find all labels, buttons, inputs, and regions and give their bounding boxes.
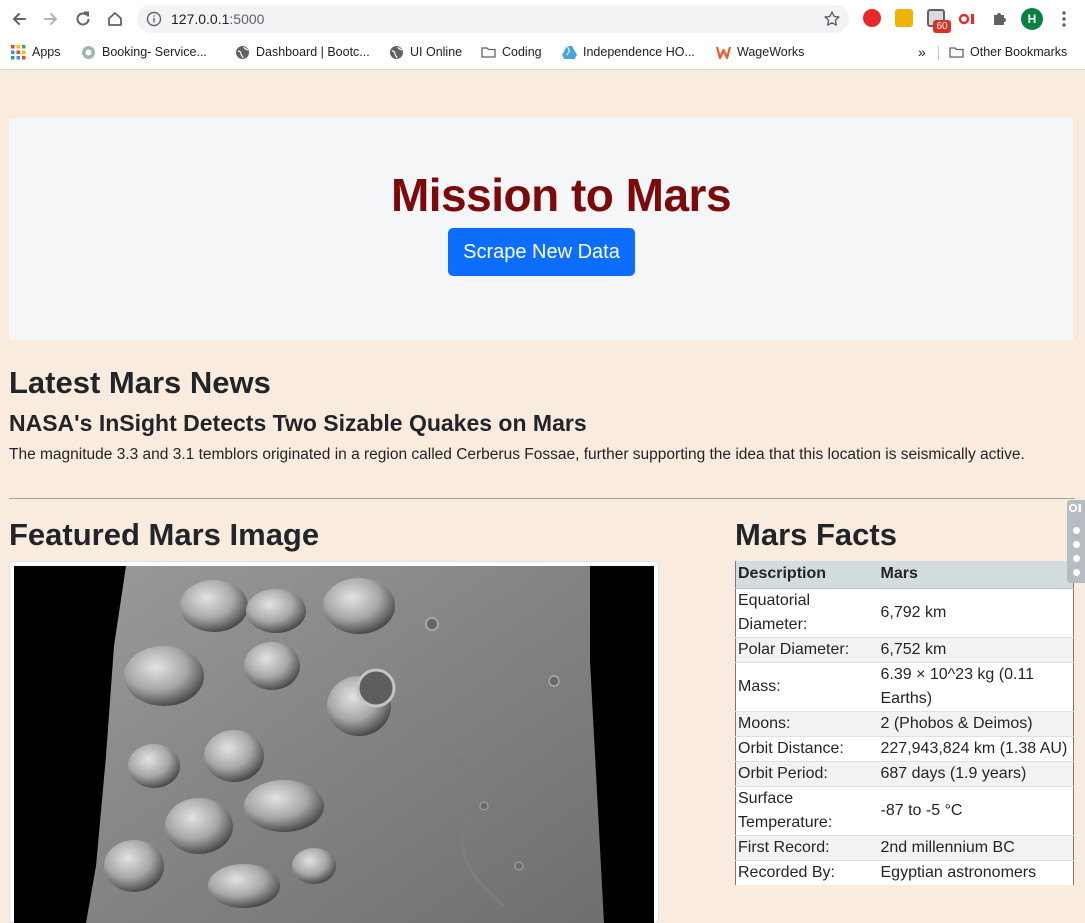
mars-facts-table: Description Mars Equatorial Diameter: 6,7… [735, 561, 1074, 885]
fact-value: 6,792 km [878, 587, 1074, 637]
fact-label: Equatorial Diameter: [735, 587, 879, 637]
bookmark-label: Apps [32, 45, 61, 59]
forward-arrow-icon [44, 13, 58, 25]
wageworks-icon [716, 46, 731, 59]
fact-label: First Record: [735, 834, 879, 860]
bookmark-dashboard[interactable]: Dashboard | Bootc... [235, 42, 370, 62]
capture-logo-icon [1068, 503, 1083, 513]
drive-icon [562, 45, 577, 59]
table-row: First Record: 2nd millennium BC [735, 834, 1074, 860]
url-port: :5000 [229, 11, 265, 27]
fact-label: Recorded By: [735, 859, 879, 885]
section-divider [9, 498, 1075, 499]
fact-value: 6,752 km [878, 636, 1074, 662]
profile-avatar[interactable]: H [1021, 8, 1043, 30]
featured-image-heading: Featured Mars Image [9, 517, 320, 552]
bookmarks-bar: Apps Booking- Service... Dashboard | Boo… [0, 38, 1085, 65]
bookmark-coding-folder[interactable]: Coding [481, 42, 542, 62]
table-row: Orbit Distance: 227,943,824 km (1.38 AU) [735, 735, 1074, 761]
browser-toolbar: 127.0.0.1:5000 60 H [0, 0, 1085, 38]
bookmark-wageworks[interactable]: WageWorks [716, 42, 804, 62]
bookmarks-overflow-button[interactable]: » [918, 42, 926, 62]
table-row: Surface Temperature: -87 to -5 °C [735, 785, 1074, 835]
fact-value: 227,943,824 km (1.38 AU) [878, 735, 1074, 761]
side-extension-widget[interactable] [1067, 500, 1085, 583]
page-title: Mission to Mars [390, 169, 732, 221]
fact-label: Orbit Period: [735, 760, 879, 786]
bookmark-label: Dashboard | Bootc... [256, 45, 370, 59]
widget-dot-icon[interactable] [1073, 527, 1080, 534]
folder-icon [481, 46, 496, 58]
bookmark-label: UI Online [410, 45, 463, 59]
table-row: Moons: 2 (Phobos & Deimos) [735, 710, 1074, 736]
extension-badge-count: 60 [933, 20, 951, 33]
folder-icon [949, 46, 964, 58]
fact-value: -87 to -5 °C [878, 785, 1074, 835]
mars-facts-heading: Mars Facts [735, 517, 897, 552]
news-article-title: NASA's InSight Detects Two Sizable Quake… [9, 410, 587, 436]
bookmark-other-folder[interactable]: Other Bookmarks [949, 42, 1067, 62]
mars-surface-picture [14, 566, 654, 923]
widget-dot-icon[interactable] [1073, 569, 1080, 576]
table-row: Recorded By: Egyptian astronomers [735, 859, 1074, 885]
widget-dot-icon[interactable] [1073, 555, 1080, 562]
bookmark-label: WageWorks [737, 45, 805, 59]
bookmark-label: Coding [502, 45, 542, 59]
fact-label: Moons: [735, 710, 879, 736]
bookmark-ui-online[interactable]: UI Online [389, 42, 462, 62]
extensions-puzzle-icon[interactable] [991, 9, 1009, 27]
forward-button[interactable] [39, 7, 63, 31]
fact-label: Orbit Distance: [735, 735, 879, 761]
url-host: 127.0.0.1 [171, 11, 230, 27]
bookmark-label: Booking- Service... [102, 45, 207, 59]
bookmark-label: Independence HO... [583, 45, 695, 59]
browser-menu-icon[interactable] [1057, 9, 1071, 29]
featured-mars-image [14, 566, 654, 923]
table-row: Polar Diameter: 6,752 km [735, 636, 1074, 662]
fact-label: Mass: [735, 661, 879, 711]
fact-label: Surface Temperature: [735, 785, 879, 835]
fact-value: 687 days (1.9 years) [878, 760, 1074, 786]
address-bar[interactable]: 127.0.0.1:5000 [137, 5, 849, 33]
scrape-new-data-button[interactable]: Scrape New Data [448, 228, 635, 276]
notes-extension-icon[interactable] [895, 9, 913, 27]
site-info-icon[interactable] [146, 11, 162, 27]
bookmark-label: Other Bookmarks [970, 45, 1068, 59]
reload-icon [76, 11, 90, 26]
adblock-extension-icon[interactable] [863, 9, 881, 27]
column-header: Mars [878, 561, 1074, 589]
table-row: Orbit Period: 687 days (1.9 years) [735, 760, 1074, 786]
fact-label: Polar Diameter: [735, 636, 879, 662]
apps-grid-icon [11, 44, 26, 59]
bookmarks-divider [938, 46, 939, 60]
url-text: 127.0.0.1:5000 [171, 11, 264, 27]
bookmark-independence[interactable]: Independence HO... [562, 42, 695, 62]
fact-value: 2 (Phobos & Deimos) [878, 710, 1074, 736]
fact-value: 6.39 × 10^23 kg (0.11 Earths) [878, 661, 1074, 711]
browser-chrome: 127.0.0.1:5000 60 H Apps Booking- Servic… [0, 0, 1085, 70]
fact-value: Egyptian astronomers [878, 859, 1074, 885]
bookmark-star-icon[interactable] [823, 10, 841, 28]
back-button[interactable] [7, 7, 31, 31]
news-article-paragraph: The magnitude 3.3 and 3.1 temblors origi… [9, 446, 1025, 463]
booking-icon [82, 45, 95, 59]
home-icon [108, 12, 122, 26]
fact-value: 2nd millennium BC [878, 834, 1074, 860]
globe-icon [236, 45, 249, 59]
capture-extension-icon[interactable] [958, 12, 977, 25]
widget-dot-icon[interactable] [1073, 541, 1080, 548]
globe-icon [390, 45, 403, 59]
bookmark-apps[interactable]: Apps [11, 42, 61, 62]
table-row: Mass: 6.39 × 10^23 kg (0.11 Earths) [735, 661, 1074, 711]
bookmark-booking[interactable]: Booking- Service... [81, 42, 207, 62]
home-button[interactable] [103, 7, 127, 31]
back-arrow-icon [12, 13, 26, 25]
table-header-row: Description Mars [735, 561, 1074, 589]
reload-button[interactable] [71, 7, 95, 31]
column-header: Description [735, 561, 879, 589]
news-section-heading: Latest Mars News [9, 365, 271, 400]
table-row: Equatorial Diameter: 6,792 km [735, 587, 1074, 637]
